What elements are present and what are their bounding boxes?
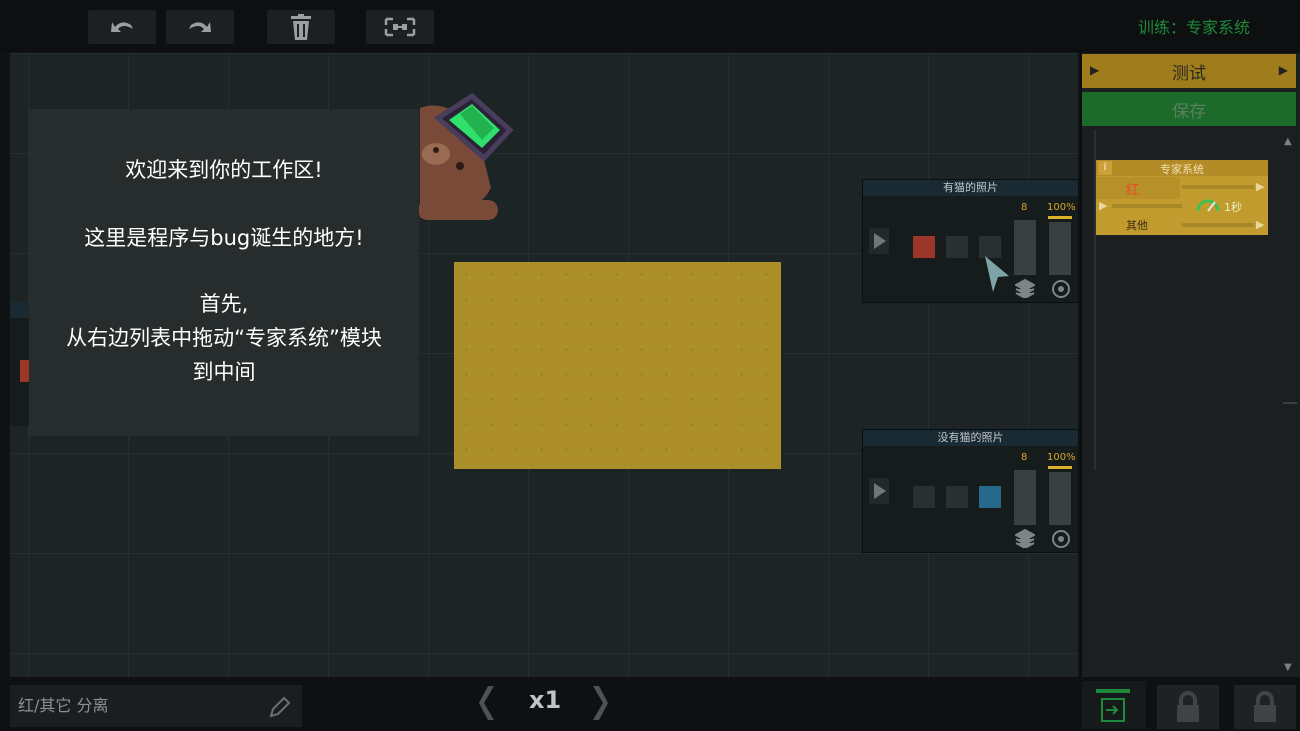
- delete-button[interactable]: [267, 10, 335, 44]
- pencil-icon[interactable]: [268, 695, 292, 719]
- locked-slot: [1157, 685, 1219, 729]
- sample-cell: [913, 236, 935, 258]
- scrollbar-thumb[interactable]: [1283, 402, 1297, 404]
- node-title: 有猫的照片: [863, 180, 1078, 196]
- export-icon: [1101, 698, 1125, 722]
- drop-target-area[interactable]: [454, 262, 781, 469]
- timer-label: 1秒: [1224, 201, 1242, 214]
- percent-label: 100%: [1047, 452, 1076, 463]
- test-label: 测试: [1172, 63, 1206, 84]
- redo-button[interactable]: [166, 10, 234, 44]
- level-title: 训练：专家系统: [1137, 18, 1250, 37]
- play-right-icon: ▶: [1278, 63, 1288, 77]
- fit-view-icon: [384, 17, 416, 37]
- speed-label: x1: [529, 686, 562, 714]
- layers-icon: [1015, 528, 1035, 548]
- module-panel: [1080, 53, 1300, 731]
- input-node-cat-photos[interactable]: 有猫的照片 8 100%: [862, 179, 1079, 303]
- output-red-label: 红: [1126, 183, 1140, 198]
- percent-meter: [1049, 472, 1071, 525]
- target-icon: [1052, 280, 1070, 298]
- layers-icon: [1015, 278, 1035, 298]
- dialog-line: 欢迎来到你的工作区!: [125, 158, 323, 182]
- play-icon[interactable]: [869, 478, 889, 504]
- bear-mascot-icon: [418, 92, 514, 220]
- cursor-arrow-icon: [985, 256, 1009, 292]
- sample-cell: [913, 486, 935, 508]
- undo-button[interactable]: [88, 10, 156, 44]
- percent-bar: [1048, 216, 1072, 219]
- trash-icon: [291, 14, 311, 40]
- percent-meter: [1049, 222, 1071, 275]
- scroll-down-icon[interactable]: ▼: [1284, 662, 1292, 673]
- speed-decrease-icon[interactable]: [478, 684, 498, 722]
- output-red-port-icon[interactable]: ▶: [1256, 180, 1264, 193]
- target-icon: [1052, 530, 1070, 548]
- lock-icon: [1177, 691, 1199, 722]
- input-port-icon[interactable]: ▶: [1099, 199, 1107, 212]
- fit-view-button[interactable]: [366, 10, 434, 44]
- output-red-line: [1182, 185, 1254, 189]
- solution-name-value: 红/其它 分离: [18, 696, 109, 715]
- workspace-edge: [0, 53, 10, 677]
- test-button[interactable]: ▶ 测试 ▶: [1082, 54, 1296, 88]
- dialog-line: 到中间: [192, 360, 256, 384]
- left-node-edge: [10, 302, 30, 426]
- count-meter: [1014, 470, 1036, 525]
- undo-icon: [111, 22, 133, 32]
- percent-label: 100%: [1047, 202, 1076, 213]
- count-label: 8: [1021, 202, 1028, 213]
- output-other-label: 其他: [1126, 219, 1148, 232]
- module-title: 专家系统: [1160, 163, 1204, 176]
- percent-bar: [1048, 466, 1072, 469]
- dialog-line: 这里是程序与bug诞生的地方!: [84, 226, 364, 250]
- lock-icon: [1254, 691, 1276, 722]
- save-button[interactable]: 保存: [1082, 92, 1296, 126]
- count-label: 8: [1021, 452, 1028, 463]
- sample-cell: [946, 486, 968, 508]
- welcome-dialog: 欢迎来到你的工作区! 这里是程序与bug诞生的地方! 首先, 从右边列表中拖动“…: [29, 109, 419, 436]
- node-title: 没有猫的照片: [863, 430, 1078, 446]
- redo-icon: [189, 22, 211, 32]
- play-left-icon: ▶: [1090, 63, 1100, 77]
- dialog-line: 从右边列表中拖动“专家系统”模块: [66, 326, 382, 350]
- input-line: [1112, 204, 1182, 208]
- save-label: 保存: [1172, 101, 1206, 122]
- expert-system-module[interactable]: i 专家系统 红 ▶ ▶ 1秒 其他 ▶: [1096, 160, 1268, 235]
- dialog-line: 首先,: [199, 292, 249, 316]
- play-icon[interactable]: [869, 228, 889, 254]
- sample-cell: [946, 236, 968, 258]
- solution-name-field[interactable]: 红/其它 分离: [10, 685, 302, 727]
- export-button[interactable]: [1082, 681, 1146, 729]
- sample-cell: [979, 486, 1001, 508]
- output-other-port-icon[interactable]: ▶: [1256, 218, 1264, 231]
- scroll-up-icon[interactable]: ▲: [1284, 136, 1292, 147]
- input-node-no-cat-photos[interactable]: 没有猫的照片 8 100%: [862, 429, 1079, 553]
- locked-slot: [1234, 685, 1296, 729]
- output-other-line: [1182, 223, 1254, 227]
- speed-increase-icon[interactable]: [589, 684, 609, 722]
- speed-gauge-icon: [1196, 199, 1220, 212]
- count-meter: [1014, 220, 1036, 275]
